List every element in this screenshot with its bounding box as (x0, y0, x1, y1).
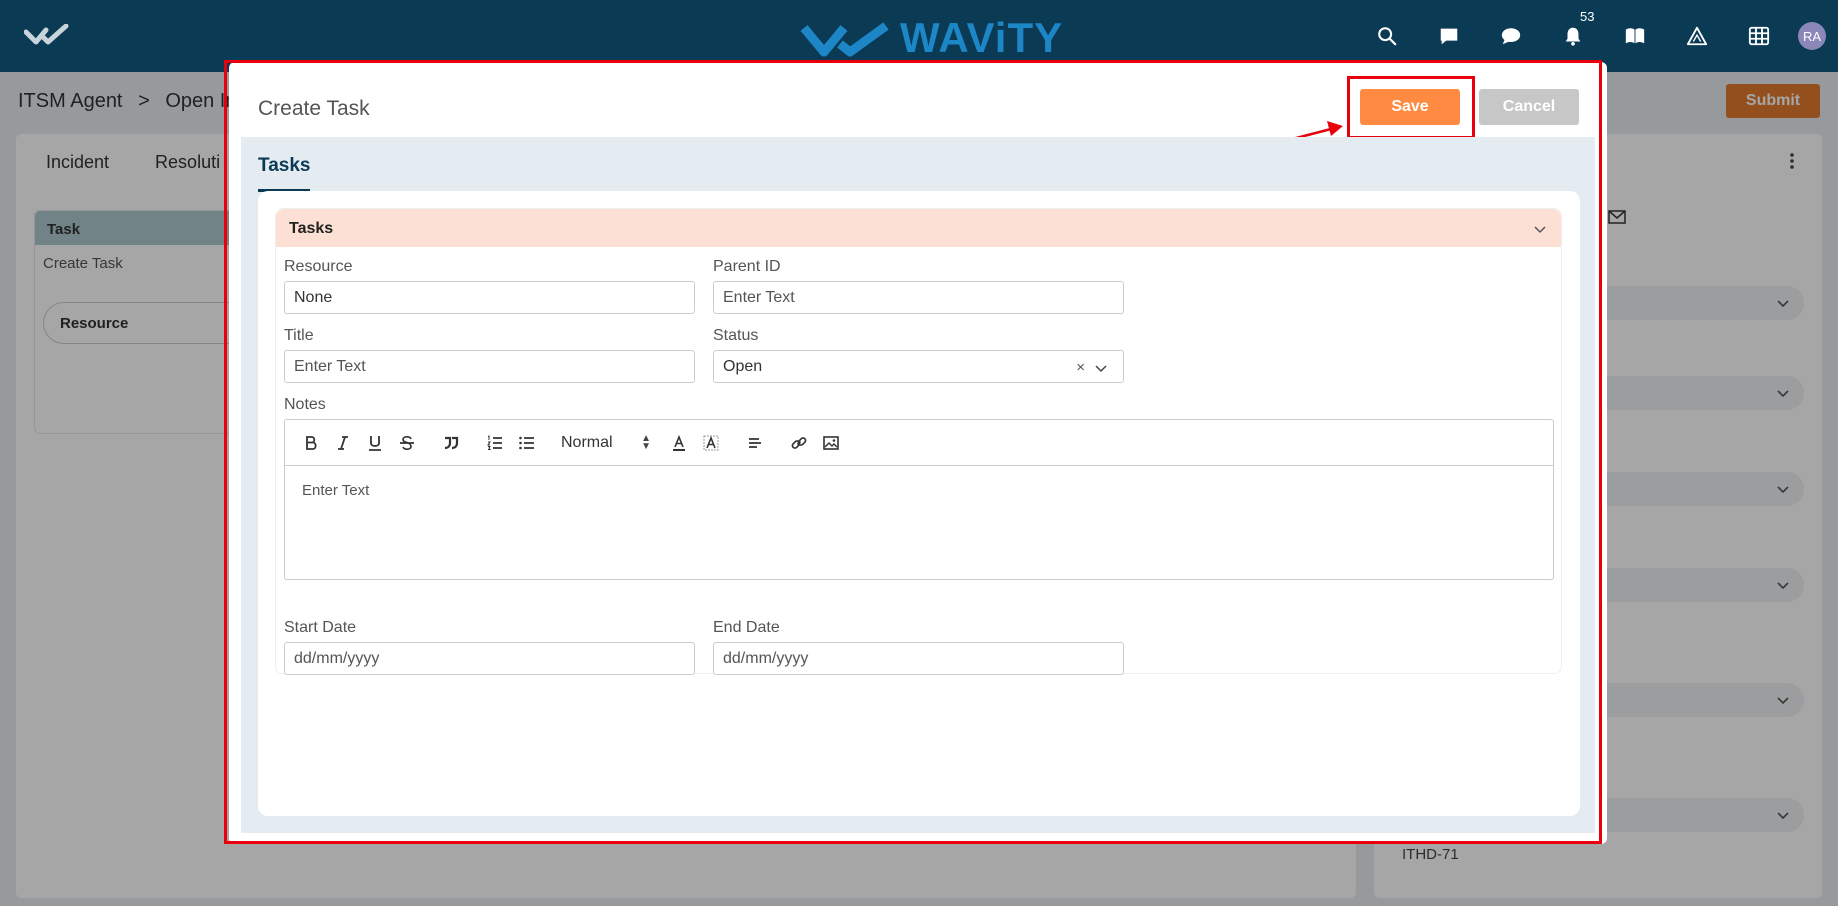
text-color-icon[interactable] (663, 431, 695, 455)
ordered-list-icon[interactable] (479, 431, 511, 455)
bell-icon[interactable]: 53 (1542, 9, 1604, 47)
underline-icon[interactable] (359, 431, 391, 455)
status-label: Status (713, 327, 759, 344)
chevron-down-icon (1534, 226, 1546, 234)
grid-icon[interactable] (1728, 25, 1790, 47)
wavity-logo: WAViTY (800, 14, 1063, 62)
modal-title: Create Task (258, 97, 370, 120)
brand-name: WAViTY (900, 14, 1064, 61)
background-color-icon[interactable] (695, 431, 727, 455)
wavity-logo-mark-icon (800, 22, 889, 57)
notification-count-badge: 53 (1580, 9, 1595, 24)
resource-label: Resource (284, 258, 353, 275)
tasks-section-header[interactable]: Tasks (276, 209, 1561, 247)
status-select[interactable]: Open × (713, 350, 1124, 383)
modal-body: Tasks Tasks Resource None Parent ID Ente… (241, 137, 1595, 833)
editor-toolbar: Normal ▲ ▼ (285, 420, 1553, 466)
parent-id-input[interactable]: Enter Text (713, 281, 1124, 314)
start-date-label: Start Date (284, 619, 357, 636)
end-date-input[interactable]: dd/mm/yyyy (713, 642, 1124, 675)
tab-tasks[interactable]: Tasks (258, 155, 311, 192)
tasks-section-title: Tasks (289, 220, 334, 237)
clear-icon[interactable]: × (1076, 359, 1085, 376)
parent-id-label: Parent ID (713, 258, 781, 275)
create-task-modal: Create Task Save Cancel Tasks Tasks Reso… (229, 62, 1607, 844)
format-value: Normal (561, 433, 613, 451)
notes-input[interactable]: Enter Text (285, 466, 1553, 515)
user-avatar[interactable]: RA (1798, 22, 1826, 50)
link-icon[interactable] (783, 431, 815, 455)
title-input[interactable]: Enter Text (284, 350, 695, 383)
chat-bubble-icon[interactable] (1480, 25, 1542, 47)
title-label: Title (284, 327, 314, 344)
align-icon[interactable] (739, 431, 771, 455)
end-date-label: End Date (713, 619, 780, 636)
notes-label: Notes (284, 396, 326, 413)
resource-field[interactable]: None (284, 281, 695, 314)
home-check-icon[interactable] (23, 23, 70, 51)
search-icon[interactable] (1356, 25, 1418, 47)
chevron-down-icon[interactable] (1095, 362, 1107, 374)
book-icon[interactable] (1604, 25, 1666, 47)
start-date-input[interactable]: dd/mm/yyyy (284, 642, 695, 675)
bold-icon[interactable] (295, 431, 327, 455)
tasks-card: Tasks Resource None Parent ID Enter Text… (258, 191, 1580, 816)
updown-arrow-icon: ▲ ▼ (641, 432, 651, 452)
triangle-ai-icon[interactable] (1666, 25, 1728, 47)
bullet-list-icon[interactable] (511, 431, 543, 455)
status-value: Open (723, 357, 763, 375)
chat-square-icon[interactable] (1418, 25, 1480, 47)
italic-icon[interactable] (327, 431, 359, 455)
cancel-button[interactable]: Cancel (1479, 89, 1579, 125)
image-icon[interactable] (815, 431, 847, 455)
blockquote-icon[interactable] (435, 431, 467, 455)
notes-editor: Normal ▲ ▼ Enter Text (284, 419, 1554, 580)
save-button[interactable]: Save (1360, 89, 1460, 125)
format-select[interactable]: Normal ▲ ▼ (543, 431, 663, 455)
strikethrough-icon[interactable] (391, 431, 423, 455)
tasks-section: Tasks Resource None Parent ID Enter Text… (275, 208, 1562, 675)
